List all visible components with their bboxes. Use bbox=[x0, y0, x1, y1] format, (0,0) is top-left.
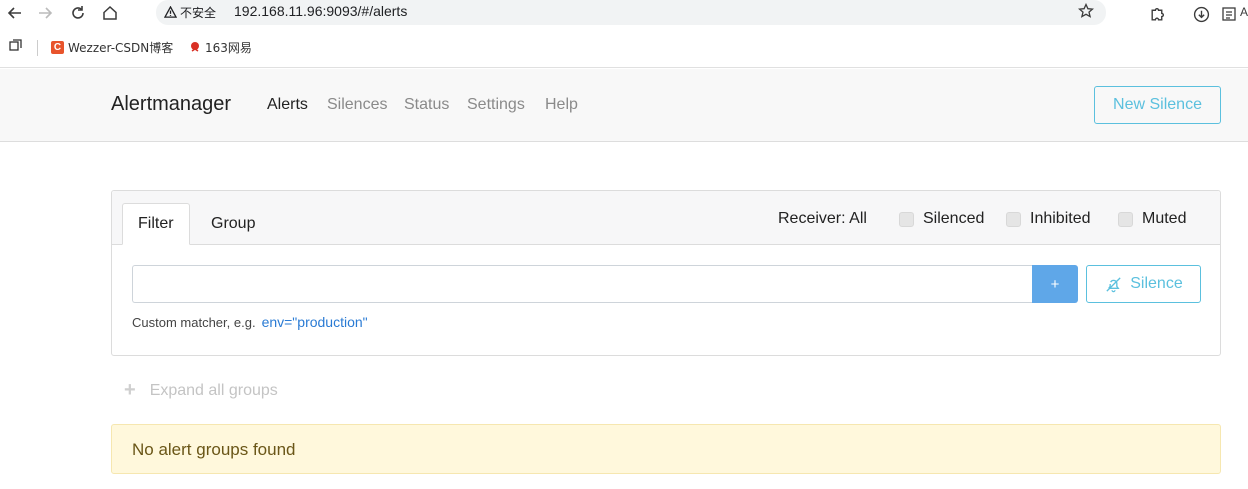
nav-status[interactable]: Status bbox=[404, 96, 449, 114]
extension-letter: A bbox=[1240, 5, 1248, 19]
nav-alerts[interactable]: Alerts bbox=[267, 96, 308, 114]
silence-button-label: Silence bbox=[1130, 275, 1183, 292]
bookmark-star-button[interactable] bbox=[1077, 2, 1095, 24]
inhibited-checkbox[interactable]: Inhibited bbox=[1006, 210, 1091, 228]
matcher-input[interactable] bbox=[132, 265, 1032, 303]
netease-logo-icon bbox=[189, 41, 201, 53]
downloads-button[interactable] bbox=[1190, 3, 1212, 25]
nav-settings[interactable]: Settings bbox=[467, 96, 525, 114]
forward-button[interactable] bbox=[32, 2, 58, 24]
bell-slash-icon bbox=[1106, 276, 1121, 292]
app-navbar: Alertmanager Alerts Silences Status Sett… bbox=[0, 69, 1248, 142]
download-icon bbox=[1193, 6, 1209, 22]
tab-groups-button[interactable] bbox=[9, 39, 22, 57]
filter-card-header: Filter Group Receiver: All Silenced Inhi… bbox=[112, 191, 1220, 245]
checkbox-label: Muted bbox=[1142, 210, 1187, 227]
browser-toolbar: 不安全 192.168.11.96:9093/#/alerts A bbox=[0, 0, 1248, 30]
star-icon bbox=[1077, 2, 1095, 18]
checkbox-box[interactable] bbox=[899, 211, 914, 227]
security-indicator[interactable]: 不安全 bbox=[164, 4, 216, 21]
csdn-logo-icon: C bbox=[51, 40, 64, 54]
checkbox-label: Inhibited bbox=[1030, 210, 1091, 227]
hint-text: Custom matcher, e.g. bbox=[132, 315, 256, 330]
tab-label: Group bbox=[211, 215, 256, 232]
hint-example: env="production" bbox=[261, 314, 368, 330]
silence-button[interactable]: Silence bbox=[1086, 265, 1201, 303]
bookmark-csdn[interactable]: C Wezzer-CSDN博客 bbox=[51, 36, 173, 58]
arrow-right-icon bbox=[39, 7, 53, 19]
expand-label: Expand all groups bbox=[149, 381, 278, 399]
reading-list-icon bbox=[1222, 7, 1236, 21]
matcher-hint: Custom matcher, e.g. env="production" bbox=[132, 314, 368, 330]
checkbox-label: Silenced bbox=[923, 210, 985, 227]
filter-card: Filter Group Receiver: All Silenced Inhi… bbox=[111, 190, 1221, 356]
back-button[interactable] bbox=[2, 2, 28, 24]
bookmark-163[interactable]: 163网易 bbox=[189, 36, 252, 58]
tab-label: Filter bbox=[138, 215, 174, 232]
home-button[interactable] bbox=[97, 2, 123, 24]
brand-title[interactable]: Alertmanager bbox=[111, 93, 231, 116]
puzzle-icon bbox=[1150, 7, 1164, 21]
tab-filter[interactable]: Filter bbox=[122, 203, 190, 245]
url-text: 192.168.11.96:9093/#/alerts bbox=[234, 3, 408, 19]
security-label: 不安全 bbox=[180, 6, 217, 20]
nav-silences[interactable]: Silences bbox=[327, 96, 387, 114]
silenced-checkbox[interactable]: Silenced bbox=[899, 210, 984, 228]
bookmarks-divider bbox=[37, 40, 38, 56]
extensions-button[interactable] bbox=[1146, 3, 1168, 25]
checkbox-box[interactable] bbox=[1118, 211, 1133, 227]
copy-icon bbox=[9, 39, 22, 51]
bookmark-label: 163网易 bbox=[205, 40, 252, 55]
bookmark-label: Wezzer-CSDN博客 bbox=[68, 40, 174, 55]
bookmarks-bar: C Wezzer-CSDN博客 163网易 bbox=[0, 30, 1248, 68]
no-alerts-notice: No alert groups found bbox=[111, 424, 1221, 474]
warning-icon bbox=[164, 6, 177, 18]
address-bar[interactable]: 不安全 192.168.11.96:9093/#/alerts bbox=[156, 0, 1106, 25]
arrow-left-icon bbox=[7, 7, 21, 19]
reading-list-button[interactable] bbox=[1218, 3, 1240, 25]
reload-icon bbox=[72, 6, 84, 19]
reload-button[interactable] bbox=[65, 2, 91, 24]
expand-all-groups-button[interactable]: + Expand all groups bbox=[124, 379, 278, 402]
tab-group[interactable]: Group bbox=[196, 203, 270, 245]
home-icon bbox=[103, 5, 117, 20]
add-matcher-button[interactable]: + bbox=[1032, 265, 1078, 303]
checkbox-box[interactable] bbox=[1006, 211, 1021, 227]
plus-icon: + bbox=[124, 379, 136, 401]
new-silence-button[interactable]: New Silence bbox=[1094, 86, 1221, 124]
muted-checkbox[interactable]: Muted bbox=[1118, 210, 1186, 228]
no-alerts-message: No alert groups found bbox=[132, 440, 296, 459]
nav-help[interactable]: Help bbox=[545, 96, 578, 114]
receiver-selector[interactable]: Receiver: All bbox=[778, 210, 867, 228]
